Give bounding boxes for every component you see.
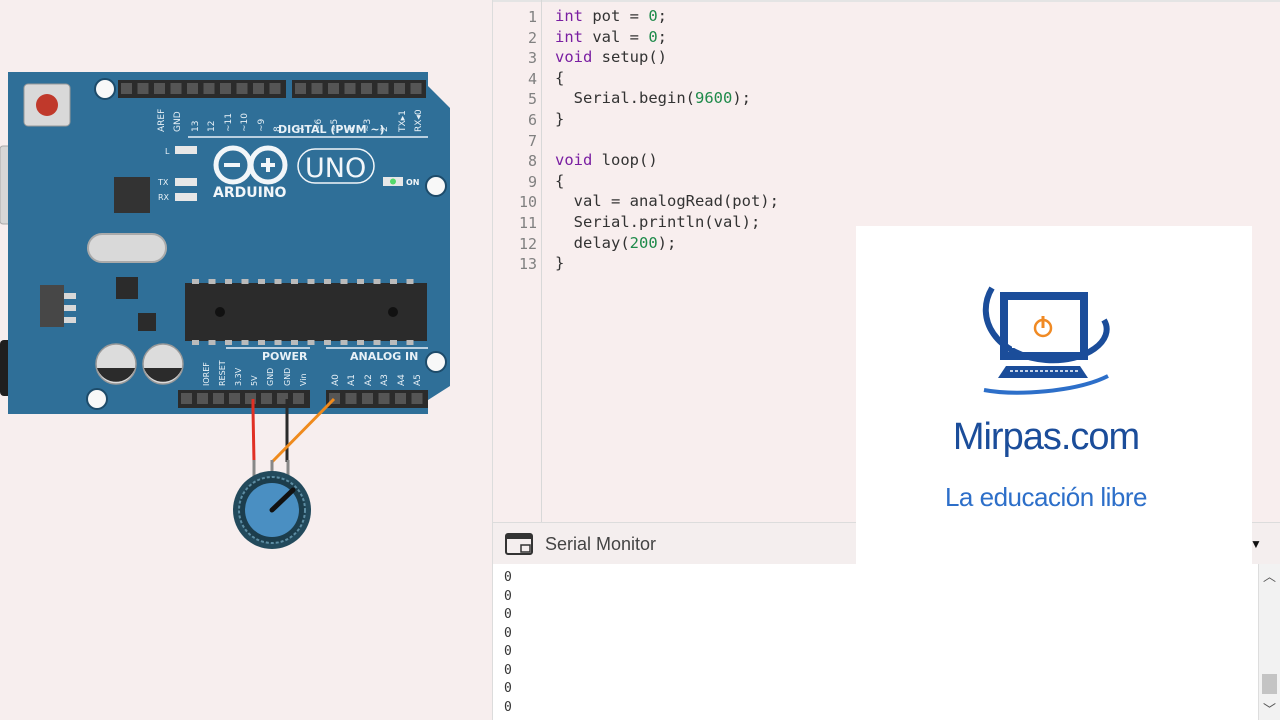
serial-monitor-title: Serial Monitor xyxy=(545,534,657,554)
line-number: 5 xyxy=(527,90,537,109)
on-led xyxy=(390,178,396,185)
analog-pin-label: A0 xyxy=(331,374,341,386)
serial-output-line: 0 xyxy=(504,570,512,585)
power-pin-label: IOREF xyxy=(202,362,211,386)
analog-pin-label: A1 xyxy=(347,374,357,386)
analog-pin-label: A4 xyxy=(397,374,407,386)
mirpas-logo-card: Mirpas.com La educación libre xyxy=(856,226,1252,572)
analog-label: ANALOG IN xyxy=(350,350,418,363)
line-number-gutter: 1 2 3 4 5 6 7 8 9 10 11 12 13 xyxy=(493,0,542,522)
circuit-canvas[interactable]: AREF GND 13 12 ~11 ~10 ~9 8 7 ~6 ~5 4 ~3 2 TX▸1 RX◂0 DI… xyxy=(0,0,492,720)
power-pin-label: RESET xyxy=(218,360,227,386)
analog-pin-label: A5 xyxy=(413,374,423,386)
line-number: 8 xyxy=(527,152,537,171)
code-line[interactable]: { xyxy=(555,172,564,190)
serial-output-line: 0 xyxy=(504,625,512,641)
board-brand: ARDUINO xyxy=(213,185,287,201)
line-number: 6 xyxy=(527,111,537,129)
scroll-thumb[interactable] xyxy=(1262,674,1277,694)
crystal-oscillator xyxy=(87,233,167,263)
line-number: 3 xyxy=(527,49,537,68)
digital-pin-label: ~9 xyxy=(257,118,267,132)
serial-output-line: 0 xyxy=(504,607,512,622)
scroll-down-icon[interactable]: ﹀ xyxy=(1263,699,1276,718)
led-rx xyxy=(175,193,197,201)
arduino-uno-board[interactable]: AREF GND 13 12 ~11 ~10 ~9 8 7 ~6 ~5 4 ~3 2 TX▸1 RX◂0 DI… xyxy=(0,0,492,720)
code-line[interactable]: void loop() xyxy=(555,151,658,169)
code-line[interactable]: } xyxy=(555,110,564,128)
code-line[interactable]: int val = 0; xyxy=(555,28,667,46)
line-number: 2 xyxy=(527,28,537,47)
line-number: 1 xyxy=(527,8,537,26)
serial-output-line: 0 xyxy=(504,588,512,604)
logo-tagline: La educación libre xyxy=(944,482,1148,512)
code-line[interactable]: } xyxy=(555,254,564,272)
code-line[interactable]: void setup() xyxy=(555,48,667,66)
code-line[interactable]: Serial.begin(9600); xyxy=(555,89,751,107)
line-number: 11 xyxy=(518,214,537,232)
usb-chip xyxy=(114,177,150,213)
code-line[interactable]: val = analogRead(pot); xyxy=(555,192,779,210)
code-line[interactable]: int pot = 0; xyxy=(555,7,667,25)
digital-pin-label: 12 xyxy=(207,121,217,132)
digital-pin-label: AREF xyxy=(157,109,167,132)
reset-button-cap[interactable] xyxy=(36,94,58,116)
serial-scrollbar[interactable]: ︿ ﹀ xyxy=(1258,564,1280,720)
power-pin-label: GND xyxy=(283,368,292,386)
digital-pin-label: GND xyxy=(173,111,183,132)
digital-label: DIGITAL (PWM ~) xyxy=(278,123,385,136)
serial-output-line: 0 xyxy=(504,662,512,678)
board-model: UNO xyxy=(305,153,366,184)
digital-pin-label: ~11 xyxy=(224,113,234,132)
wire-5v[interactable] xyxy=(251,399,256,463)
app-root: AREF GND 13 12 ~11 ~10 ~9 8 7 ~6 ~5 4 ~3 2 TX▸1 RX◂0 DI… xyxy=(0,0,1280,720)
on-label: ON xyxy=(406,178,420,187)
digital-pin-label: RX◂0 xyxy=(414,109,424,132)
digital-pin-label: 13 xyxy=(191,121,201,132)
led-label-l: L xyxy=(165,147,170,156)
serial-monitor-output[interactable]: 0 0 0 0 0 0 0 0 xyxy=(492,564,1258,720)
code-line[interactable]: { xyxy=(555,69,564,87)
potentiometer[interactable] xyxy=(233,460,311,549)
code-line[interactable]: Serial.println(val); xyxy=(555,213,761,231)
computer-logo-icon xyxy=(982,286,1110,395)
logo-name: Mirpas.com xyxy=(952,416,1140,458)
led-label-tx: TX xyxy=(157,178,169,187)
led-tx xyxy=(175,178,197,186)
serial-monitor-icon xyxy=(505,533,533,555)
line-number: 13 xyxy=(518,255,537,274)
line-number: 10 xyxy=(518,193,537,212)
scroll-up-icon[interactable]: ︿ xyxy=(1263,566,1276,585)
serial-output-line: 0 xyxy=(504,681,512,696)
code-line[interactable]: delay(200); xyxy=(555,234,677,252)
power-pin-label: 5V xyxy=(250,375,259,386)
voltage-regulator xyxy=(40,285,64,327)
line-number: 4 xyxy=(527,69,537,88)
digital-pin-label: ~10 xyxy=(240,113,250,132)
serial-output-line: 0 xyxy=(504,644,512,659)
power-pin-label: Vin xyxy=(299,373,308,386)
power-label: POWER xyxy=(262,350,308,363)
line-number: 9 xyxy=(527,172,537,191)
led-l xyxy=(175,146,197,154)
line-number: 7 xyxy=(527,131,537,150)
line-number: 12 xyxy=(518,234,537,253)
analog-pin-label: A2 xyxy=(364,374,374,386)
digital-pin-label: TX▸1 xyxy=(398,110,408,133)
power-pin-label: 3.3V xyxy=(234,367,243,386)
led-label-rx: RX xyxy=(158,193,170,202)
analog-pin-label: A3 xyxy=(380,374,390,386)
power-pin-label: GND xyxy=(266,368,275,386)
serial-output-line: 0 xyxy=(504,699,512,715)
